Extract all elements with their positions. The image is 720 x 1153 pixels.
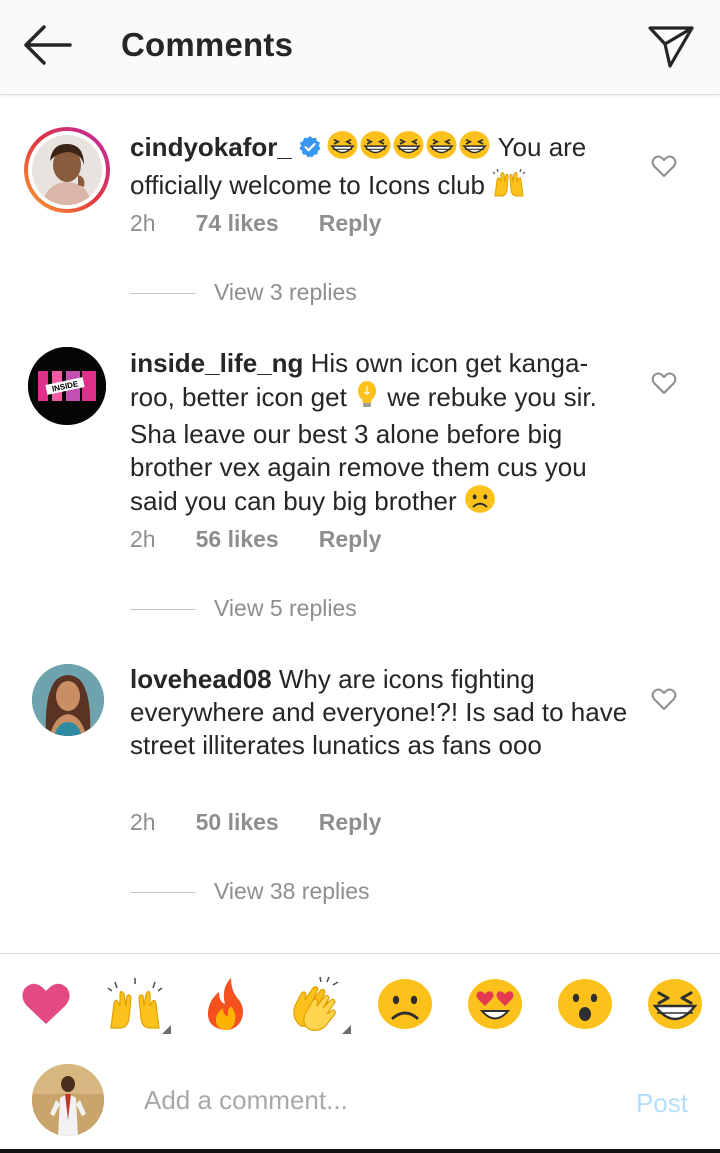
- comment-text: inside_life_ng His own icon get kanga-ro…: [130, 347, 630, 522]
- profile-photo: INSIDE: [28, 347, 106, 425]
- avatar[interactable]: [32, 664, 104, 736]
- grinning-squint-face-icon: [359, 130, 392, 168]
- comment-text: lovehead08 Why are icons fighting everyw…: [130, 663, 630, 762]
- heart-icon: [22, 983, 70, 1024]
- avatar[interactable]: INSIDE: [28, 347, 106, 425]
- comment-meta: 2h 56 likes Reply: [130, 526, 381, 553]
- emoji-heart-button[interactable]: [18, 976, 74, 1032]
- arrow-left-icon: [24, 25, 72, 65]
- emoji-surprised-face-button[interactable]: [557, 976, 613, 1032]
- comment-likes[interactable]: 50 likes: [196, 809, 279, 836]
- divider-line: [130, 293, 196, 295]
- sad-face-icon: [464, 484, 496, 522]
- grinning-squint-face-icon: [425, 130, 458, 168]
- grinning-squint-face-icon: [392, 130, 425, 168]
- emoji-heart-eyes-button[interactable]: [467, 976, 523, 1032]
- heart-outline-icon: [651, 155, 677, 177]
- divider-line: [130, 892, 196, 894]
- comment-meta: 2h 50 likes Reply: [130, 809, 381, 836]
- page-title: Comments: [121, 26, 294, 63]
- skin-tone-indicator: [342, 1025, 351, 1034]
- emoji-quick-bar: [0, 953, 720, 1051]
- grinning-squint-face-icon: [326, 130, 359, 168]
- reply-button[interactable]: Reply: [319, 526, 382, 553]
- light-bulb-icon: [354, 380, 380, 418]
- raising-hands-icon: [492, 168, 526, 206]
- skin-tone-indicator: [162, 1025, 171, 1034]
- comment-username[interactable]: cindyokafor_: [130, 132, 292, 162]
- profile-photo: [32, 135, 102, 205]
- top-app-bar: Comments: [0, 0, 720, 95]
- view-replies-button[interactable]: View 5 replies: [130, 595, 357, 622]
- comment-text: cindyokafor_ You are officially welcome …: [130, 130, 630, 206]
- emoji-grinning-squint-button[interactable]: [647, 976, 703, 1032]
- back-button[interactable]: [20, 22, 74, 68]
- comment-time: 2h: [130, 809, 156, 835]
- view-replies-label: View 38 replies: [214, 878, 370, 904]
- comment-time: 2h: [130, 526, 156, 552]
- comment-likes[interactable]: 74 likes: [196, 210, 279, 237]
- view-replies-button[interactable]: View 3 replies: [130, 279, 357, 306]
- comment-username[interactable]: lovehead08: [130, 664, 272, 694]
- grinning-squint-face-icon: [648, 979, 702, 1029]
- view-replies-button[interactable]: View 38 replies: [130, 878, 370, 905]
- view-replies-label: View 3 replies: [214, 279, 357, 305]
- bottom-edge: [0, 1149, 720, 1153]
- fire-icon: [207, 978, 243, 1030]
- clapping-hands-icon: [293, 976, 339, 1031]
- paper-plane-icon: [648, 26, 694, 68]
- divider-line: [130, 609, 196, 611]
- avatar[interactable]: [24, 127, 110, 213]
- raising-hands-icon: [107, 978, 163, 1029]
- like-comment-button[interactable]: [651, 371, 677, 395]
- heart-outline-icon: [651, 372, 677, 394]
- like-comment-button[interactable]: [651, 687, 677, 711]
- reply-button[interactable]: Reply: [319, 210, 382, 237]
- comment-likes[interactable]: 56 likes: [196, 526, 279, 553]
- comment-meta: 2h 74 likes Reply: [130, 210, 381, 237]
- my-avatar: [32, 1064, 104, 1136]
- profile-photo: [32, 1064, 104, 1136]
- like-comment-button[interactable]: [651, 154, 677, 178]
- grinning-squint-face-icon: [458, 130, 491, 168]
- comment-time: 2h: [130, 210, 156, 236]
- sad-face-icon: [378, 979, 432, 1029]
- comment-username[interactable]: inside_life_ng: [130, 348, 303, 378]
- reply-button[interactable]: Reply: [319, 809, 382, 836]
- heart-outline-icon: [651, 688, 677, 710]
- emoji-raising-hands-button[interactable]: [107, 976, 171, 1034]
- emoji-fire-button[interactable]: [197, 976, 253, 1032]
- heart-eyes-icon: [468, 979, 522, 1029]
- send-direct-button[interactable]: [646, 22, 696, 72]
- view-replies-label: View 5 replies: [214, 595, 357, 621]
- profile-photo: [32, 664, 104, 736]
- comment-composer: Post: [0, 1050, 720, 1153]
- emoji-clapping-hands-button[interactable]: [287, 976, 351, 1034]
- emoji-sad-face-button[interactable]: [377, 976, 433, 1032]
- verified-badge-icon: [299, 136, 321, 158]
- surprised-face-icon: [558, 979, 612, 1029]
- post-button[interactable]: Post: [636, 1088, 688, 1119]
- comment-input[interactable]: [144, 1080, 584, 1120]
